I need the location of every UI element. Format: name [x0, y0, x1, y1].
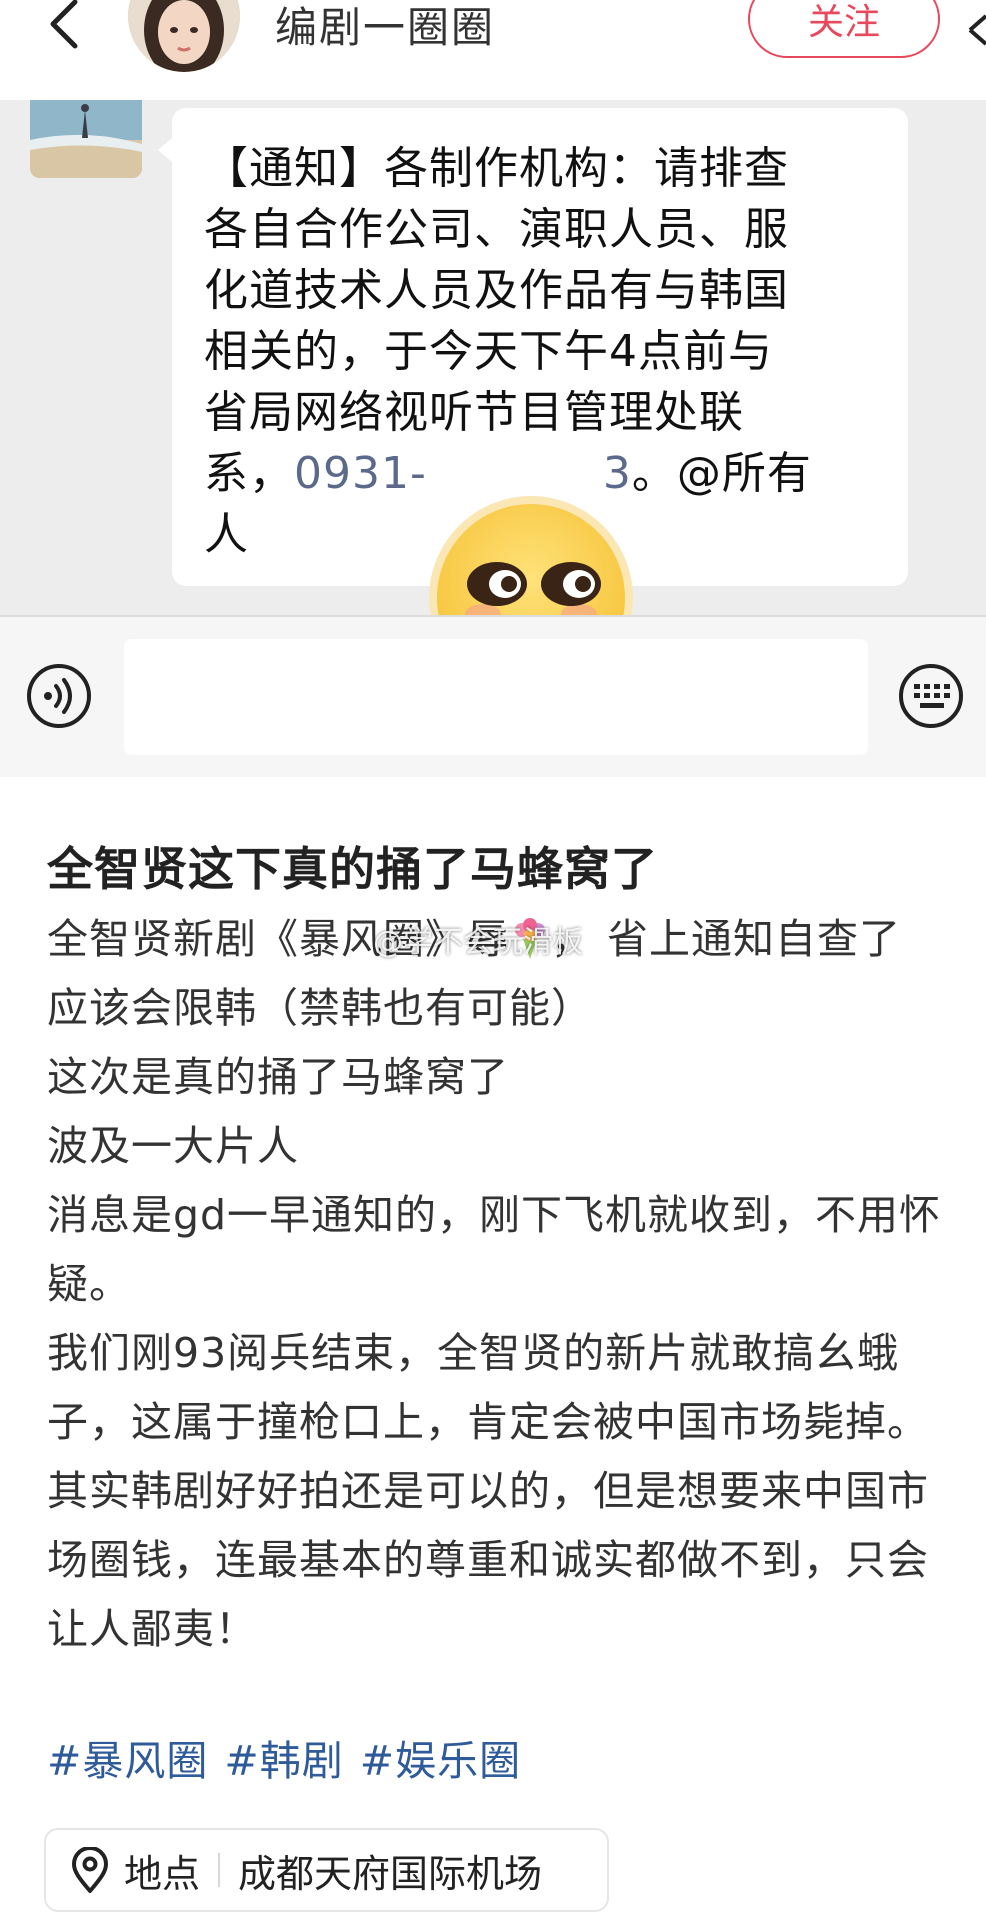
post-content: 全智贤这下真的捅了马蜂窝了 全智贤新剧《暴风圈》辱 ， 省上通知自查了 应该会限…: [0, 777, 986, 1920]
voice-icon[interactable]: [26, 663, 92, 729]
post-line: 我们刚93阅兵结束，全智贤的新片就敢搞幺蛾: [47, 1329, 900, 1377]
notice-line: 【通知】各制作机构：请排查: [204, 143, 789, 194]
notice-line: 各自合作公司、演职人员、服: [204, 204, 789, 255]
flower-bouquet-icon: [515, 918, 545, 959]
share-icon[interactable]: [966, 0, 986, 60]
chat-screenshot: 【通知】各制作机构：请排查 各自合作公司、演职人员、服 化道技术人员及作品有与韩…: [0, 100, 986, 700]
top-bar: 编剧一圈圈 关注: [0, 0, 986, 100]
back-arrow-icon: [50, 0, 78, 49]
post-line-text: ， 省上通知自查了: [551, 915, 902, 963]
post-body: 全智贤新剧《暴风圈》辱 ， 省上通知自查了 应该会限韩（禁韩也有可能） 这次是真…: [47, 905, 986, 1664]
follow-button[interactable]: 关注: [748, 0, 940, 58]
tag-link[interactable]: #韩剧: [224, 1727, 343, 1787]
location-separator: [218, 1853, 221, 1887]
tag-link[interactable]: #暴风圈: [47, 1727, 208, 1787]
post-line-text: 全智贤新剧《暴风圈》辱: [47, 915, 509, 963]
author-avatar[interactable]: [128, 0, 240, 72]
tag-link[interactable]: #娱乐圈: [360, 1727, 521, 1787]
notice-line: 相关的，于今天下午4点前与: [204, 326, 773, 377]
notice-phone[interactable]: 0931-: [294, 448, 427, 499]
post-line: 这次是真的捅了马蜂窝了: [47, 1053, 509, 1101]
avatar-image: [128, 0, 240, 72]
back-button[interactable]: [40, 0, 90, 50]
post-line: 子，这属于撞枪口上，肯定会被中国市场毙掉。: [47, 1398, 929, 1446]
post-line: 全智贤新剧《暴风圈》辱 ， 省上通知自查了: [47, 905, 986, 974]
post-line: 波及一大片人: [47, 1122, 299, 1170]
notice-prefix: 系，: [204, 448, 294, 499]
post-line: 消息是gd一早通知的，刚下飞机就收到，不用怀: [47, 1191, 942, 1239]
tag-list: #暴风圈 #韩剧 #娱乐圈: [47, 1727, 521, 1787]
post-line: 其实韩剧好好拍还是可以的，但是想要来中国市: [47, 1467, 929, 1515]
author-name[interactable]: 编剧一圈圈: [275, 0, 495, 55]
chat-input-bar: [0, 617, 986, 777]
notice-suffix: 。@所有: [631, 448, 812, 499]
location-label: 地点: [124, 1851, 201, 1896]
location-pin-icon: [72, 1847, 108, 1893]
post-title: 全智贤这下真的捅了马蜂窝了: [47, 842, 658, 896]
notice-line: 化道技术人员及作品有与韩国: [204, 265, 789, 316]
post-line: 让人鄙夷！: [47, 1605, 257, 1653]
location-chip[interactable]: 地点 成都天府国际机场: [44, 1828, 609, 1912]
location-value: 成都天府国际机场: [238, 1851, 543, 1896]
post-line: 场圈钱，连最基本的尊重和诚实都做不到，只会: [47, 1536, 929, 1584]
message-input[interactable]: [124, 639, 868, 755]
post-line: 应该会限韩（禁韩也有可能）: [47, 984, 593, 1032]
notice-line: 省局网络视听节目管理处联: [204, 387, 744, 438]
keyboard-icon[interactable]: [898, 663, 964, 729]
post-line: 疑。: [47, 1260, 131, 1308]
sender-avatar: [30, 100, 142, 178]
